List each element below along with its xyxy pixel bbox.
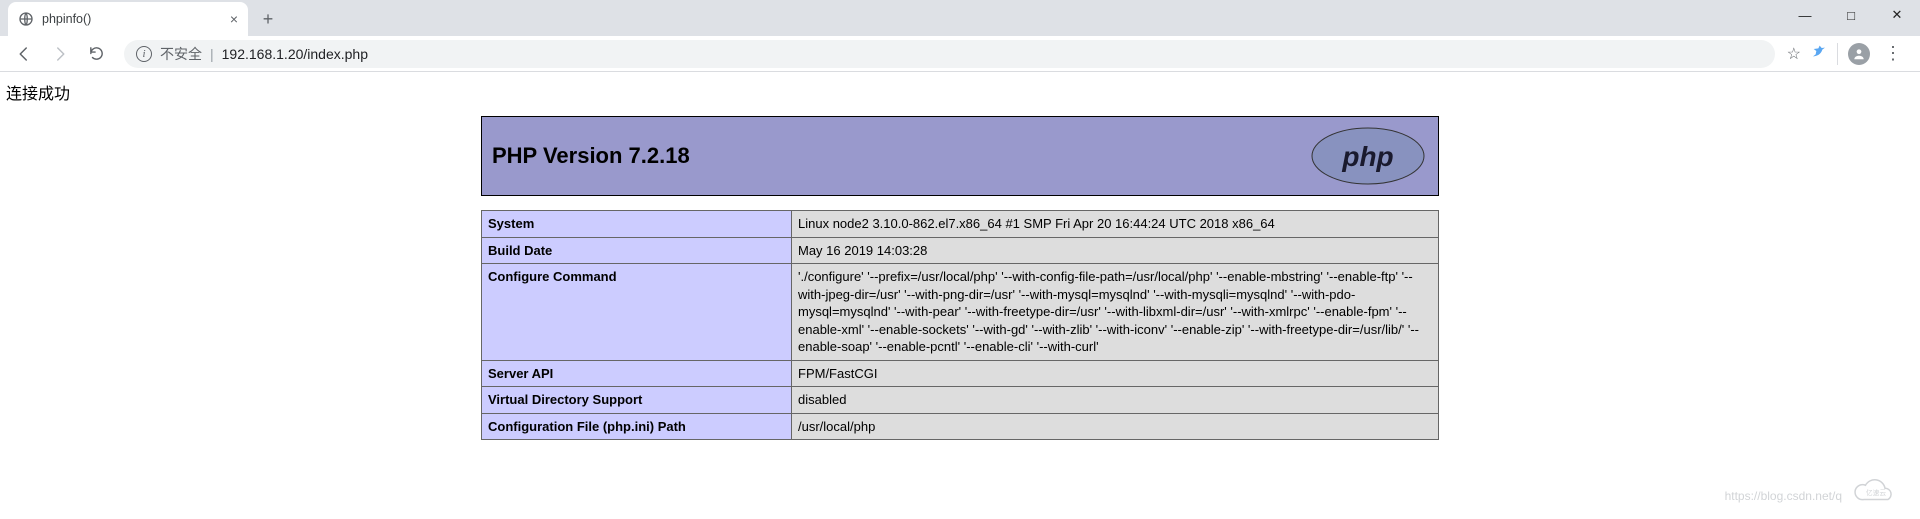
person-icon (1852, 47, 1866, 61)
table-key: Build Date (482, 237, 792, 264)
php-version-title: PHP Version 7.2.18 (492, 143, 690, 169)
extension-icon[interactable] (1811, 43, 1827, 64)
table-value: May 16 2019 14:03:28 (792, 237, 1439, 264)
cloud-icon: 亿速云 (1852, 478, 1900, 513)
table-value: disabled (792, 387, 1439, 414)
table-key: Server API (482, 360, 792, 387)
watermark-text: https://blog.csdn.net/q (1725, 489, 1842, 503)
separator: | (210, 46, 214, 62)
back-button[interactable] (8, 38, 40, 70)
table-value: './configure' '--prefix=/usr/local/php' … (792, 264, 1439, 361)
window-close-button[interactable]: ✕ (1874, 0, 1920, 30)
phpinfo-container: PHP Version 7.2.18 php SystemLinux node2… (481, 116, 1439, 440)
table-key: Configuration File (php.ini) Path (482, 413, 792, 440)
svg-text:亿速云: 亿速云 (1866, 488, 1887, 497)
insecure-label: 不安全 (160, 44, 202, 64)
toolbar-right: ☆ ⋮ (1787, 43, 1912, 65)
table-value: Linux node2 3.10.0-862.el7.x86_64 #1 SMP… (792, 211, 1439, 238)
site-info-icon[interactable]: i (136, 46, 152, 62)
forward-button[interactable] (44, 38, 76, 70)
page-viewport[interactable]: 连接成功 PHP Version 7.2.18 php SystemLinux … (0, 72, 1920, 519)
window-controls: — □ ✕ (1782, 0, 1920, 30)
bird-icon (1811, 43, 1827, 59)
table-row: Server APIFPM/FastCGI (482, 360, 1439, 387)
bookmark-star-icon[interactable]: ☆ (1787, 44, 1801, 64)
arrow-right-icon (51, 45, 69, 63)
table-row: SystemLinux node2 3.10.0-862.el7.x86_64 … (482, 211, 1439, 238)
php-logo-icon: php (1308, 124, 1428, 188)
globe-icon (18, 11, 34, 27)
window-maximize-button[interactable]: □ (1828, 0, 1874, 30)
reload-button[interactable] (80, 38, 112, 70)
table-key: Configure Command (482, 264, 792, 361)
svg-text:php: php (1341, 141, 1393, 172)
browser-chrome: phpinfo() × + — □ ✕ i 不安全 | 192.168.1.20… (0, 0, 1920, 72)
table-value: FPM/FastCGI (792, 360, 1439, 387)
browser-toolbar: i 不安全 | 192.168.1.20/index.php ☆ ⋮ (0, 36, 1920, 72)
phpinfo-table: SystemLinux node2 3.10.0-862.el7.x86_64 … (481, 210, 1439, 440)
phpinfo-tbody: SystemLinux node2 3.10.0-862.el7.x86_64 … (482, 211, 1439, 440)
address-bar[interactable]: i 不安全 | 192.168.1.20/index.php (124, 40, 1775, 68)
phpinfo-header: PHP Version 7.2.18 php (481, 116, 1439, 196)
table-key: System (482, 211, 792, 238)
arrow-left-icon (15, 45, 33, 63)
table-row: Configuration File (php.ini) Path/usr/lo… (482, 413, 1439, 440)
window-minimize-button[interactable]: — (1782, 0, 1828, 30)
table-key: Virtual Directory Support (482, 387, 792, 414)
toolbar-divider (1837, 43, 1838, 65)
table-row: Build DateMay 16 2019 14:03:28 (482, 237, 1439, 264)
tab-strip: phpinfo() × + — □ ✕ (0, 0, 1920, 36)
url-text: 192.168.1.20/index.php (222, 46, 368, 62)
close-tab-icon[interactable]: × (230, 11, 238, 27)
table-row: Virtual Directory Supportdisabled (482, 387, 1439, 414)
connection-message: 连接成功 (0, 72, 1920, 116)
profile-avatar[interactable] (1848, 43, 1870, 65)
reload-icon (88, 45, 105, 62)
menu-button[interactable]: ⋮ (1880, 43, 1906, 64)
table-value: /usr/local/php (792, 413, 1439, 440)
browser-tab[interactable]: phpinfo() × (8, 2, 248, 36)
new-tab-button[interactable]: + (254, 5, 282, 33)
watermark: https://blog.csdn.net/q 亿速云 (1725, 478, 1900, 513)
table-row: Configure Command'./configure' '--prefix… (482, 264, 1439, 361)
tab-title: phpinfo() (42, 12, 91, 26)
